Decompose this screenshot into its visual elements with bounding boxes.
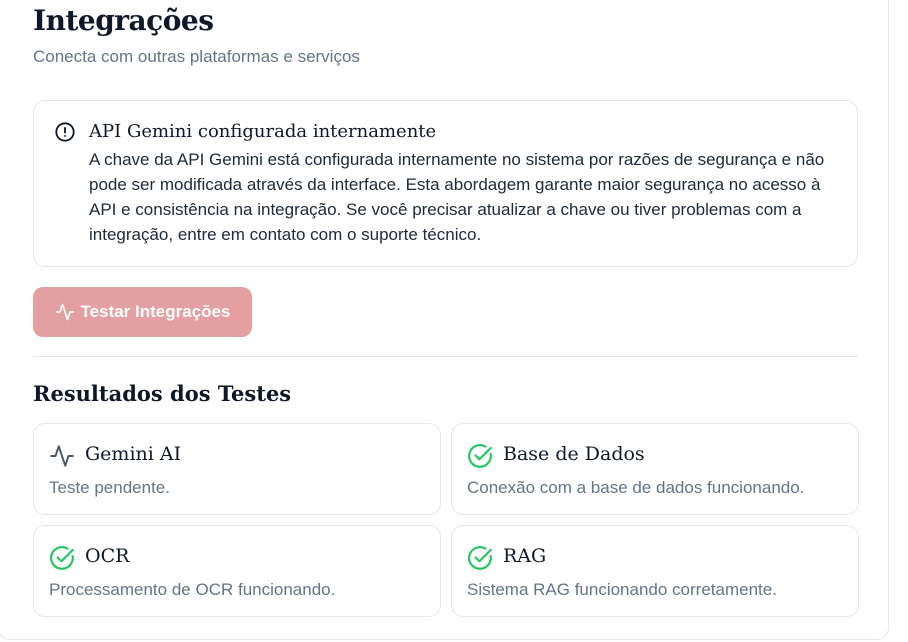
result-title: OCR [85, 545, 130, 567]
results-section-title: Resultados dos Testes [33, 381, 292, 406]
result-card-ocr: OCR Processamento de OCR funcionando. [33, 525, 441, 617]
info-alert: API Gemini configurada internamente A ch… [33, 100, 858, 267]
result-description: Processamento de OCR funcionando. [49, 580, 336, 599]
check-circle-icon [467, 443, 493, 469]
result-title: RAG [503, 545, 547, 567]
alert-circle-icon [54, 121, 76, 143]
alert-description: A chave da API Gemini está configurada i… [89, 150, 825, 244]
test-integrations-button[interactable]: Testar Integrações [33, 287, 252, 337]
result-card-rag: RAG Sistema RAG funcionando corretamente… [451, 525, 859, 617]
result-description: Sistema RAG funcionando corretamente. [467, 580, 777, 599]
activity-icon [49, 443, 75, 469]
result-title: Gemini AI [85, 443, 182, 465]
check-circle-icon [467, 545, 493, 571]
section-divider [33, 356, 858, 357]
alert-title: API Gemini configurada internamente [89, 121, 437, 142]
result-description: Conexão com a base de dados funcionando. [467, 478, 805, 497]
result-card-gemini-ai: Gemini AI Teste pendente. [33, 423, 441, 515]
result-card-base-de-dados: Base de Dados Conexão com a base de dado… [451, 423, 859, 515]
test-integrations-label: Testar Integrações [80, 302, 231, 321]
page-subtitle: Conecta com outras plataformas e serviço… [33, 47, 360, 66]
activity-icon [55, 302, 75, 322]
result-title: Base de Dados [503, 443, 645, 465]
check-circle-icon [49, 545, 75, 571]
result-description: Teste pendente. [49, 478, 170, 497]
page-title: Integrações [33, 4, 214, 37]
